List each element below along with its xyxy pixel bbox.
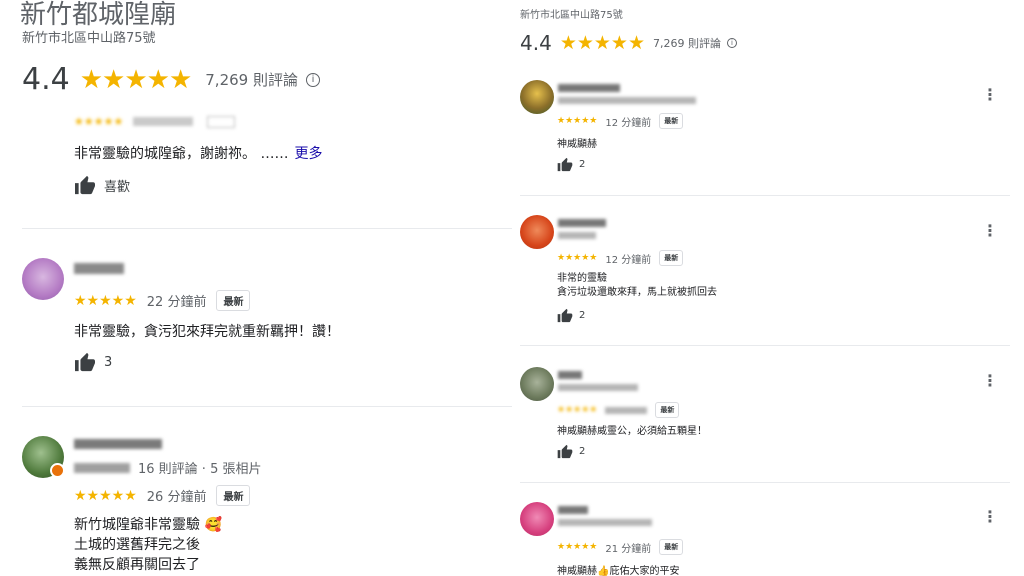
new-badge: 最新 (655, 402, 680, 418)
review-count[interactable]: 7,269 則評論 (653, 35, 721, 51)
more-vert-icon[interactable]: ⋮ (982, 507, 998, 526)
review-stars: ★★★★★ (557, 253, 598, 263)
review-time: 21 分鐘前 (605, 543, 652, 555)
new-badge-blurred (207, 115, 236, 128)
divider (22, 228, 512, 229)
new-badge: 最新 (659, 539, 684, 555)
local-guide-badge-icon (50, 463, 65, 478)
review-header-blurred: ★★★★★ (74, 115, 236, 128)
review-body: 非常靈驗，貪污犯來拜完就重新羈押！讚！ (74, 324, 340, 340)
avatar[interactable] (520, 215, 554, 249)
divider (520, 345, 1010, 346)
review-stars: ★★★★★ (74, 115, 124, 128)
avatar[interactable] (22, 258, 64, 300)
review-time: 22 分鐘前 (146, 295, 207, 310)
review-meta: ★★★★★ 最新 (557, 402, 680, 418)
like-button[interactable]: 3 (74, 352, 112, 372)
review-stars: ★★★★★ (557, 116, 598, 126)
rating-value: 4.4 (22, 62, 70, 97)
review-time-blurred (605, 406, 648, 414)
reviewer-meta-blurred (558, 519, 652, 526)
like-count: 2 (579, 310, 586, 321)
thumbs-up-icon (557, 444, 573, 459)
reviewer-name-blurred[interactable] (558, 506, 588, 514)
new-badge: 最新 (659, 113, 684, 129)
like-count: 3 (104, 354, 113, 370)
review-count[interactable]: 7,269 則評論 (205, 69, 298, 90)
review-meta: ★★★★★ 12 分鐘前 最新 (557, 250, 684, 266)
like-button[interactable]: 喜歡 (74, 175, 130, 195)
review-stars: ★★★★★ (74, 487, 137, 504)
thumbs-up-icon (75, 352, 95, 372)
thumbs-up-icon (557, 308, 573, 323)
reviewer-name-blurred[interactable] (74, 263, 124, 274)
like-button[interactable]: 2 (557, 157, 585, 172)
review-body: 非常的靈驗 貪污垃圾還敢來拜，馬上就被抓回去 (557, 272, 717, 300)
avatar[interactable] (520, 80, 554, 114)
reviewer-name-blurred[interactable] (558, 219, 606, 227)
rating-stars: ★★★★★ (79, 64, 193, 95)
thumbs-up-icon (557, 157, 573, 172)
rating-value: 4.4 (520, 31, 552, 55)
place-address: 新竹市北區中山路75號 (22, 31, 156, 46)
review-line: 土城的選舊拜完之後 (74, 537, 200, 553)
divider (520, 482, 1010, 483)
review-meta: ★★★★★ 12 分鐘前 最新 (557, 113, 684, 129)
thumbs-up-icon (75, 175, 95, 195)
more-vert-icon[interactable]: ⋮ (982, 221, 998, 240)
info-icon[interactable]: i (305, 72, 320, 87)
reviewer-meta: 16 則評論 · 5 張相片 (74, 458, 261, 477)
review-stars: ★★★★★ (557, 405, 598, 415)
like-count: 2 (579, 159, 586, 170)
review-text: 非常靈驗的城隍爺，謝謝祢。 …… 更多 (74, 143, 322, 163)
review-stars: ★★★★★ (557, 542, 598, 552)
reviewer-name-blurred[interactable] (558, 371, 582, 379)
divider (22, 406, 512, 407)
review-line: 非常的靈驗 (557, 273, 607, 284)
new-badge: 最新 (216, 290, 251, 311)
like-button[interactable]: 2 (557, 308, 585, 323)
review-body: 神威顯赫威靈公，必須給五顆星！ (557, 426, 707, 437)
new-badge: 最新 (216, 485, 251, 506)
more-vert-icon[interactable]: ⋮ (982, 85, 998, 104)
review-time: 12 分鐘前 (605, 117, 652, 129)
reviewer-meta-blurred (558, 232, 596, 239)
review-meta: ★★★★★ 22 分鐘前 最新 (74, 290, 251, 311)
review-stars: ★★★★★ (74, 292, 137, 309)
more-link[interactable]: 更多 (294, 143, 322, 163)
place-address: 新竹市北區中山路75號 (520, 10, 623, 21)
review-body: 新竹城隍爺非常靈驗 🥰 土城的選舊拜完之後 義無反顧再關回去了 (74, 515, 222, 575)
avatar[interactable] (520, 502, 554, 536)
review-time: 26 分鐘前 (146, 490, 207, 505)
review-body: 神威顯赫 (557, 139, 597, 150)
review-time-blurred (133, 117, 194, 126)
review-meta: ★★★★★ 26 分鐘前 最新 (74, 485, 251, 506)
new-badge: 最新 (659, 250, 684, 266)
like-count: 2 (579, 446, 586, 457)
reviewer-meta-blurred (558, 97, 696, 104)
rating-stars: ★★★★★ (559, 32, 645, 54)
rating-summary: 4.4 ★★★★★ 7,269 則評論 i (22, 62, 320, 97)
like-button[interactable]: 2 (557, 444, 585, 459)
more-vert-icon[interactable]: ⋮ (982, 371, 998, 390)
review-meta: ★★★★★ 21 分鐘前 最新 (557, 539, 684, 555)
reviewer-stats: 16 則評論 · 5 張相片 (138, 462, 262, 477)
reviewer-meta-blurred (558, 384, 638, 391)
review-body: 非常靈驗的城隍爺，謝謝祢。 …… (74, 146, 289, 162)
avatar[interactable] (520, 367, 554, 401)
divider (520, 195, 1010, 196)
reviewer-level-blurred (74, 462, 130, 473)
review-time: 12 分鐘前 (605, 254, 652, 266)
review-line: 義無反顧再關回去了 (74, 557, 200, 573)
reviewer-name-blurred[interactable] (74, 439, 162, 449)
review-line: 新竹城隍爺非常靈驗 🥰 (74, 517, 222, 533)
review-line: 貪污垃圾還敢來拜，馬上就被抓回去 (557, 287, 717, 298)
like-label: 喜歡 (104, 179, 131, 195)
reviewer-name-blurred[interactable] (558, 84, 620, 92)
info-icon[interactable]: i (726, 38, 737, 48)
review-body: 神威顯赫👍庇佑大家的平安 (557, 566, 680, 576)
rating-summary: 4.4 ★★★★★ 7,269 則評論 i (520, 31, 737, 55)
